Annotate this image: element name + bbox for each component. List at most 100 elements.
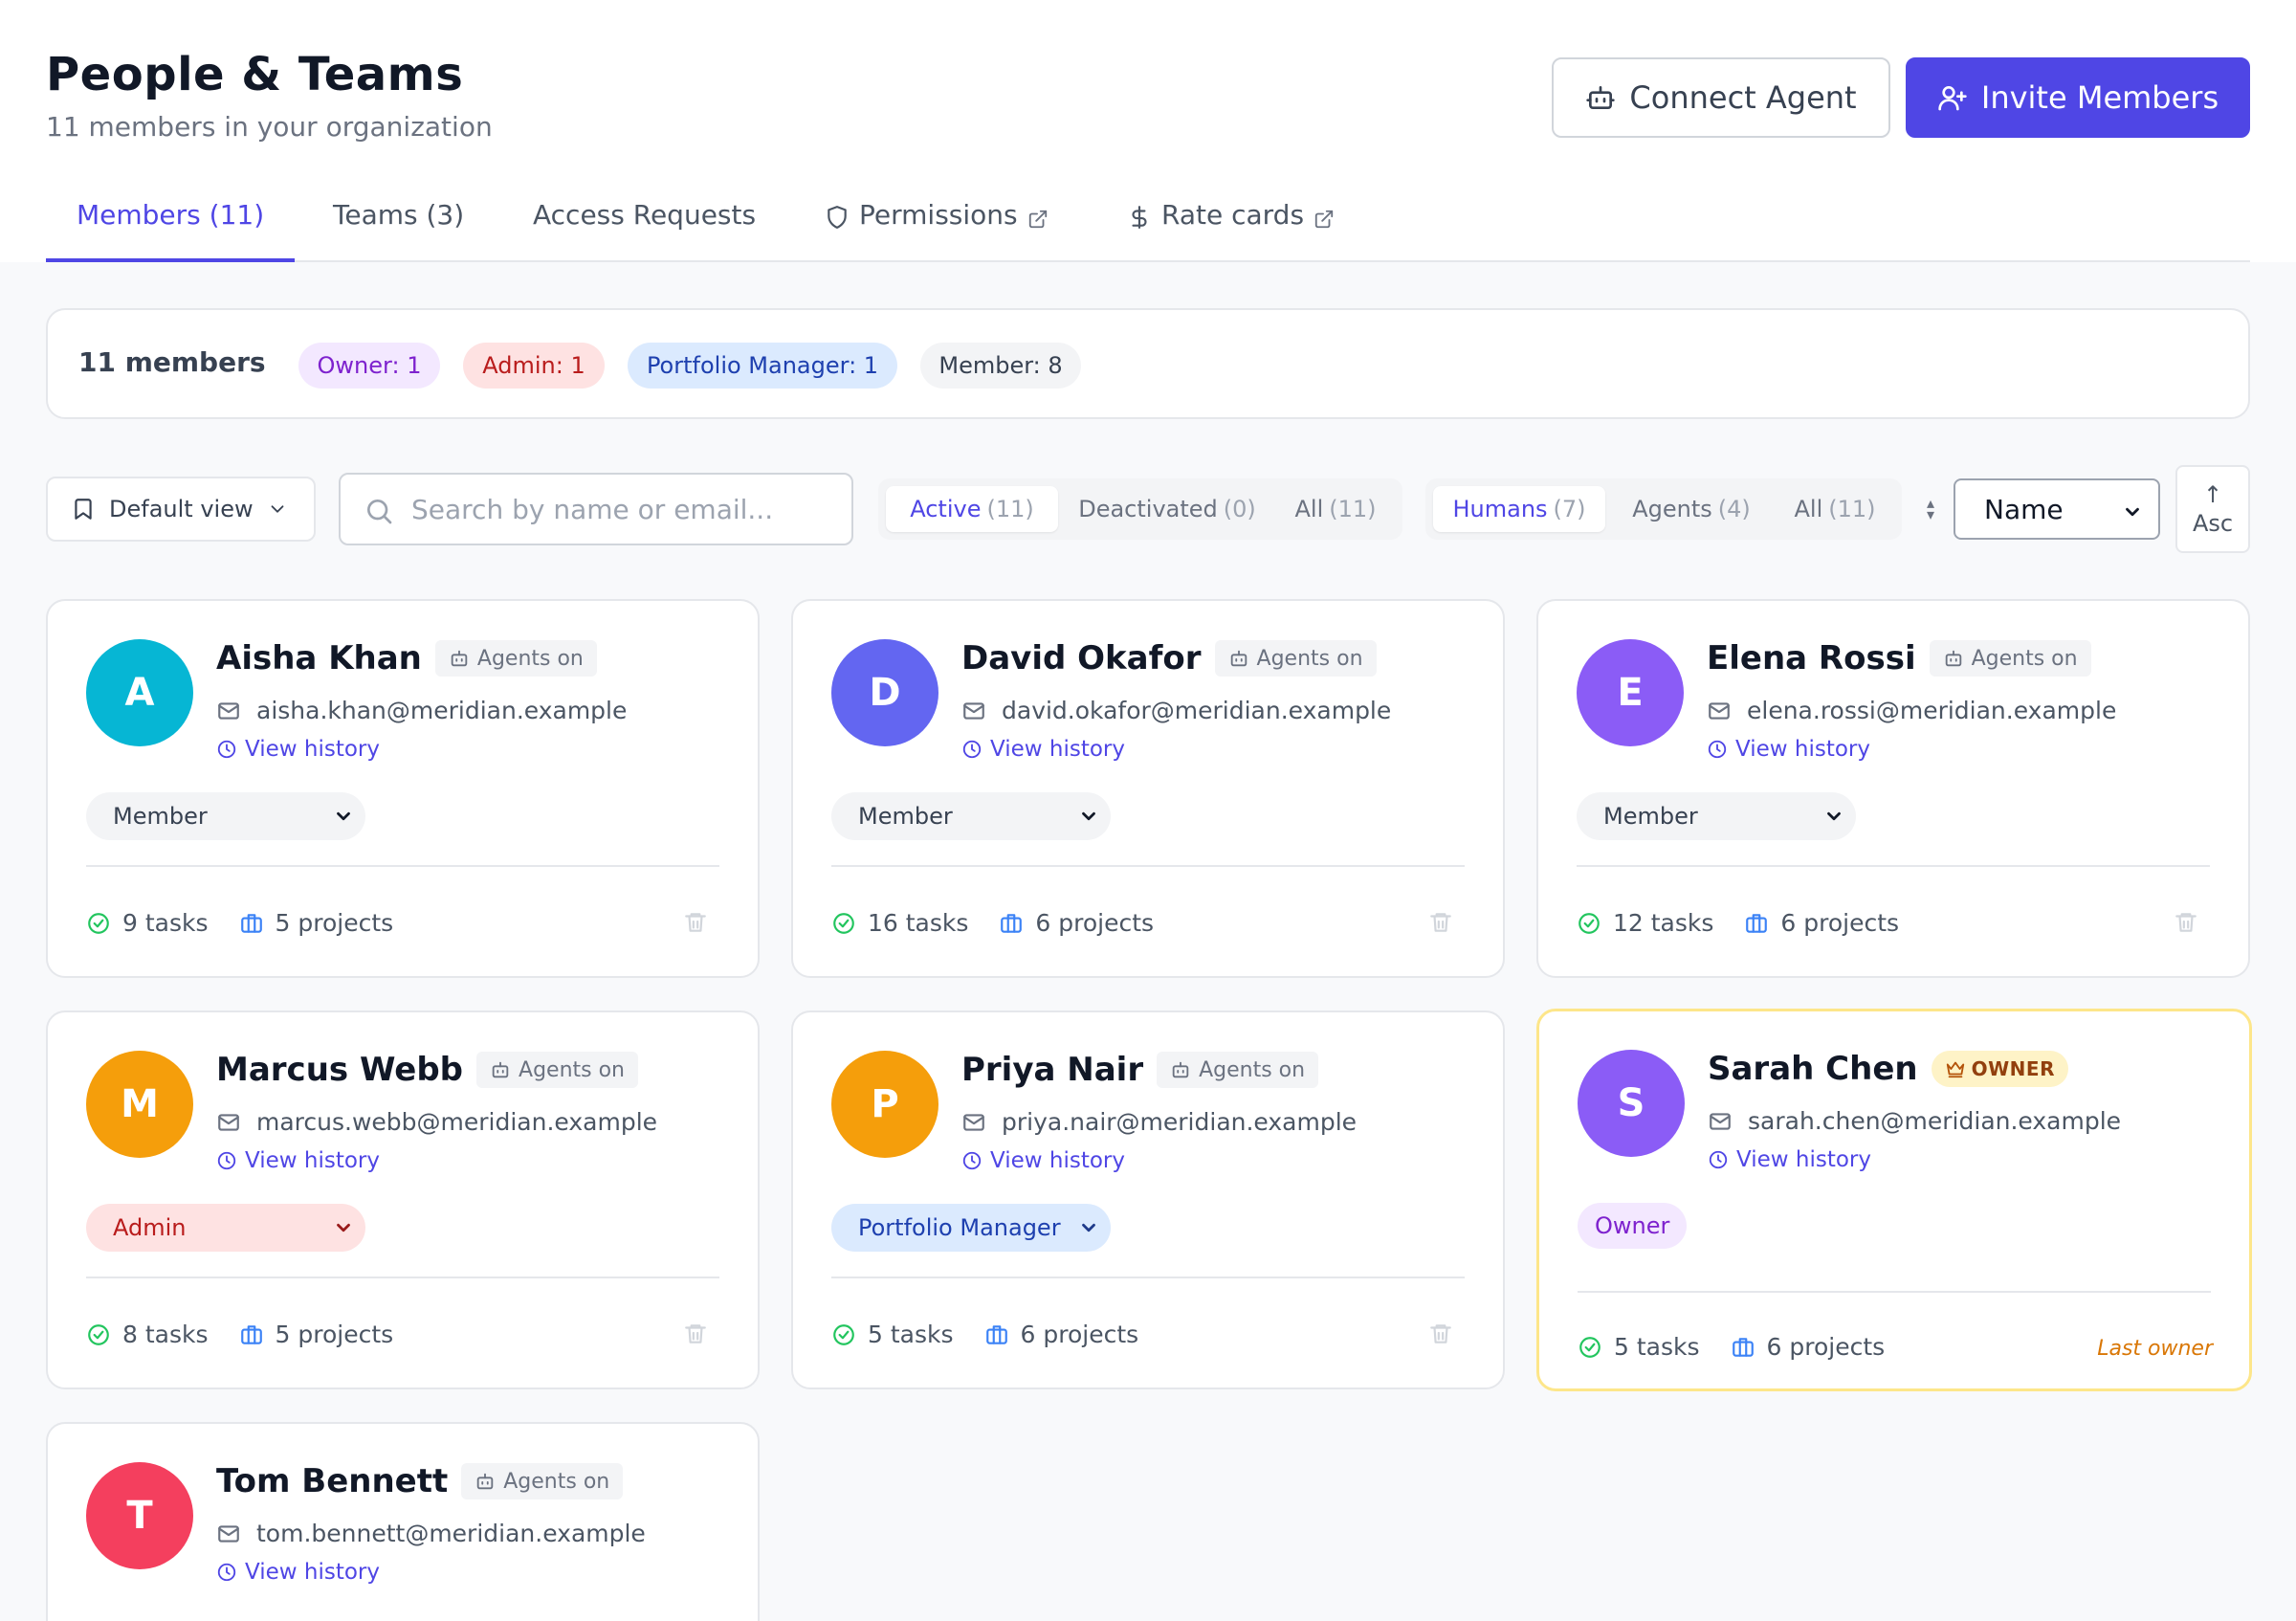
- sort-direction-label: Asc: [2192, 510, 2234, 537]
- task-count: 8 tasks: [86, 1321, 209, 1348]
- sort-field-select[interactable]: Name: [1954, 478, 2160, 540]
- mail-icon: [218, 1524, 239, 1543]
- member-stats: 5 tasks 6 projects: [831, 1321, 1138, 1348]
- tab-access-requests[interactable]: Access Requests: [533, 191, 756, 262]
- member-email-text: david.okafor@meridian.example: [1002, 697, 1392, 724]
- mail-icon: [963, 701, 984, 720]
- tab-permissions[interactable]: Permissions: [825, 191, 1049, 262]
- sort-icon: ▴ ▾: [1926, 494, 1935, 523]
- trash-icon[interactable]: [683, 1321, 708, 1347]
- trash-icon[interactable]: [1428, 909, 1453, 936]
- member-card: P Priya Nair Agents on priya.nair@meridi…: [791, 1010, 1505, 1389]
- agents-on-label: Agents on: [1971, 646, 2078, 671]
- project-count: 5 projects: [239, 1321, 393, 1348]
- member-email-text: aisha.khan@meridian.example: [256, 697, 628, 724]
- status-filter: Active (11) Deactivated (0) All (11): [878, 478, 1402, 540]
- clock-icon: [217, 1151, 236, 1170]
- connect-agent-button[interactable]: Connect Agent: [1552, 57, 1890, 138]
- agents-on-label: Agents on: [519, 1057, 625, 1082]
- member-email: tom.bennett@meridian.example: [216, 1520, 646, 1547]
- role-select[interactable]: Member: [1577, 792, 1856, 840]
- role-select[interactable]: Member: [86, 792, 365, 840]
- project-count-text: 6 projects: [1766, 1333, 1886, 1361]
- trash-icon[interactable]: [2174, 909, 2198, 936]
- robot-icon: [477, 1473, 494, 1490]
- member-name-row: Sarah Chen OWNER: [1708, 1050, 2068, 1088]
- saved-view-dropdown[interactable]: Default view: [46, 477, 316, 542]
- view-history-link[interactable]: View history: [216, 1560, 380, 1585]
- kind-filter: Humans (7) Agents (4) All (11): [1425, 478, 1902, 540]
- chevron-down-icon: [337, 1223, 350, 1232]
- tab-members-label: Members (11): [77, 199, 265, 231]
- connect-agent-label: Connect Agent: [1629, 79, 1857, 116]
- task-count: 5 tasks: [1578, 1333, 1700, 1361]
- owner-badge-label: OWNER: [1971, 1057, 2055, 1080]
- invite-members-button[interactable]: Invite Members: [1906, 57, 2250, 138]
- saved-view-label: Default view: [109, 496, 254, 522]
- kind-filter-all[interactable]: All (11): [1776, 486, 1894, 532]
- member-email: aisha.khan@meridian.example: [216, 697, 627, 724]
- view-history-link[interactable]: View history: [961, 737, 1125, 762]
- view-history-label: View history: [245, 1148, 380, 1173]
- kind-filter-humans[interactable]: Humans (7): [1433, 486, 1605, 532]
- status-filter-deactivated-label: Deactivated: [1078, 496, 1218, 522]
- view-history-label: View history: [245, 737, 380, 762]
- tab-teams[interactable]: Teams (3): [333, 191, 464, 262]
- trash-icon[interactable]: [683, 909, 708, 936]
- member-email-text: sarah.chen@meridian.example: [1748, 1107, 2122, 1135]
- chevron-down-icon: [1827, 811, 1841, 821]
- tab-teams-label: Teams (3): [333, 199, 465, 231]
- member-card: A Aisha Khan Agents on aisha.khan@meridi…: [46, 599, 760, 978]
- robot-icon: [1172, 1061, 1189, 1078]
- divider: [86, 1277, 719, 1278]
- tab-rate-cards[interactable]: Rate cards: [1127, 191, 1335, 262]
- project-count: 6 projects: [1731, 1333, 1886, 1361]
- chevron-down-icon: [1082, 1223, 1095, 1232]
- project-count: 6 projects: [999, 909, 1154, 937]
- task-count: 5 tasks: [831, 1321, 954, 1348]
- chevron-down-icon: [271, 505, 284, 513]
- view-history-link[interactable]: View history: [1708, 1147, 1871, 1172]
- member-email-text: tom.bennett@meridian.example: [256, 1520, 646, 1547]
- member-email: elena.rossi@meridian.example: [1707, 697, 2116, 724]
- view-history-link[interactable]: View history: [961, 1148, 1125, 1173]
- view-history-link[interactable]: View history: [216, 1148, 380, 1173]
- search-input[interactable]: [411, 488, 832, 530]
- role-select[interactable]: Member: [831, 792, 1111, 840]
- tab-members[interactable]: Members (11): [46, 191, 295, 262]
- view-history-link[interactable]: View history: [1707, 737, 1870, 762]
- briefcase-icon: [240, 913, 262, 933]
- trash-icon[interactable]: [1428, 1321, 1453, 1347]
- clock-icon: [962, 740, 982, 759]
- status-filter-deactivated[interactable]: Deactivated (0): [1066, 486, 1269, 532]
- kind-filter-all-count: (11): [1828, 496, 1876, 522]
- divider: [1578, 1291, 2211, 1293]
- check-circle-icon: [1578, 912, 1600, 934]
- member-count: 11 members: [78, 346, 266, 378]
- briefcase-icon: [1746, 913, 1768, 933]
- avatar: E: [1577, 639, 1684, 746]
- briefcase-icon: [1001, 913, 1023, 933]
- avatar: A: [86, 639, 193, 746]
- status-filter-active[interactable]: Active (11): [886, 486, 1058, 532]
- role-select[interactable]: Admin: [86, 1204, 365, 1252]
- member-name-row: Marcus Webb Agents on: [216, 1051, 638, 1089]
- agents-on-badge: Agents on: [1929, 640, 2091, 677]
- member-card: D David Okafor Agents on david.okafor@me…: [791, 599, 1505, 978]
- sort-direction-button[interactable]: ↑ Asc: [2175, 465, 2250, 553]
- status-filter-all[interactable]: All (11): [1276, 486, 1395, 532]
- page-title: People & Teams: [46, 48, 464, 101]
- robot-icon: [1230, 650, 1247, 667]
- agents-on-badge: Agents on: [1214, 640, 1377, 677]
- role-select[interactable]: Portfolio Manager: [831, 1204, 1111, 1252]
- agents-on-label: Agents on: [503, 1469, 610, 1494]
- view-history-label: View history: [990, 1148, 1125, 1173]
- project-count-text: 5 projects: [275, 909, 394, 937]
- kind-filter-agents[interactable]: Agents (4): [1613, 486, 1770, 532]
- agents-on-label: Agents on: [1199, 1057, 1306, 1082]
- avatar: P: [831, 1051, 938, 1158]
- member-search: [339, 473, 853, 545]
- check-circle-icon: [88, 1323, 109, 1345]
- member-stats: 12 tasks 6 projects: [1577, 909, 1899, 937]
- view-history-link[interactable]: View history: [216, 737, 380, 762]
